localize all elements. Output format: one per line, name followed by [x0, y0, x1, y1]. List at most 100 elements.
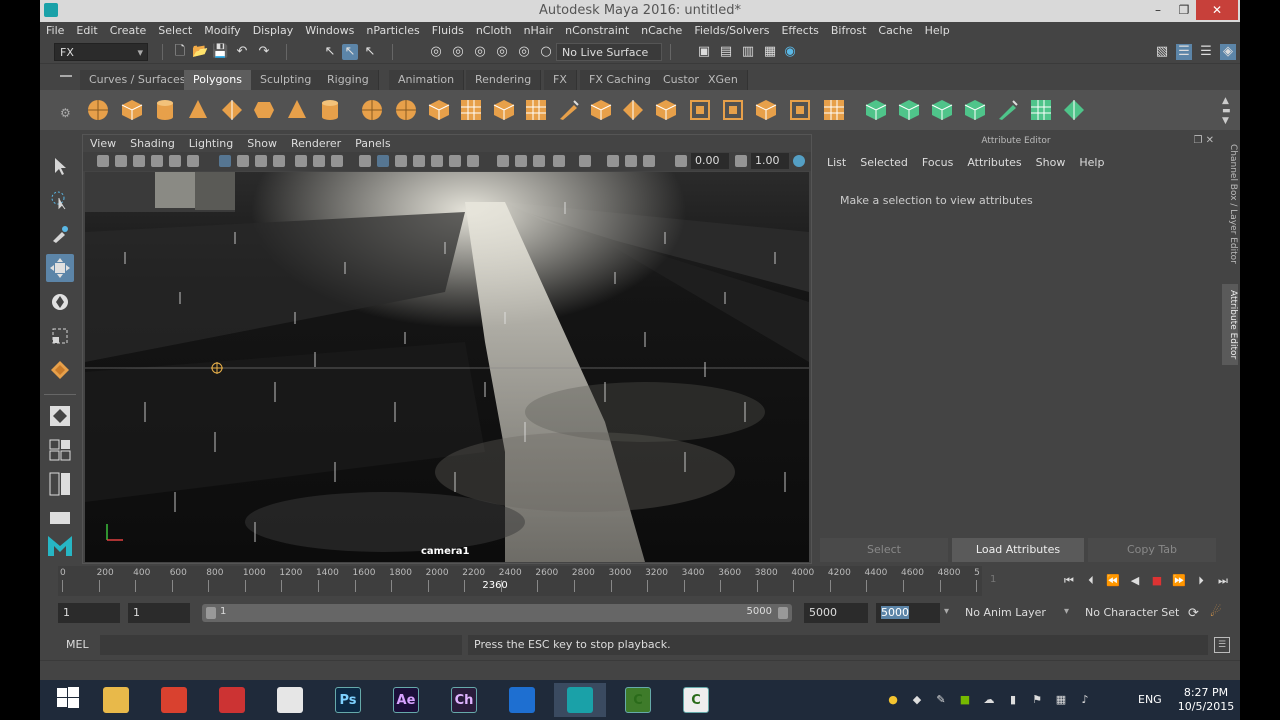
taskbar-maya-icon[interactable] — [554, 683, 606, 717]
undo-icon[interactable]: ↶ — [234, 44, 250, 60]
taskbar-camtasia-2-icon[interactable]: C — [670, 683, 722, 717]
gamma-icon[interactable] — [735, 155, 747, 167]
channel-box-toggle-icon[interactable]: ☰ — [1198, 44, 1214, 60]
panel-menu-view[interactable]: View — [83, 135, 123, 152]
isolate-select-icon[interactable] — [579, 155, 591, 167]
separate-icon[interactable] — [394, 98, 418, 122]
gamma-field[interactable]: 1.00 — [751, 153, 789, 169]
poly-cube-icon[interactable] — [120, 98, 144, 122]
menu-create[interactable]: Create — [104, 22, 153, 40]
menu-help[interactable]: Help — [919, 22, 956, 40]
lasso-tool-icon[interactable] — [46, 186, 74, 214]
offset-loop-icon[interactable] — [721, 98, 745, 122]
attr-menu-focus[interactable]: Focus — [915, 156, 960, 169]
load-attributes-button[interactable]: Load Attributes — [952, 538, 1084, 562]
tab-curves-surfaces[interactable]: Curves / Surfaces — [80, 70, 196, 90]
range-bar[interactable]: 1 5000 — [202, 604, 792, 622]
wireframe-icon[interactable] — [359, 155, 371, 167]
menu-modify[interactable]: Modify — [198, 22, 246, 40]
snap-point-icon[interactable]: ◎ — [472, 44, 488, 60]
tab-animation[interactable]: Animation — [389, 70, 465, 90]
insert-loop-icon[interactable] — [688, 98, 712, 122]
poly-plane-icon[interactable] — [220, 98, 244, 122]
uv-editor-icon[interactable] — [822, 98, 846, 122]
step-back-frame-icon[interactable]: ⏴ — [1084, 574, 1098, 588]
screen-space-ao-icon[interactable] — [497, 155, 509, 167]
render-frame-icon[interactable]: ▤ — [718, 44, 734, 60]
render-view-icon[interactable]: ▣ — [696, 44, 712, 60]
attribute-editor-toggle-icon[interactable]: ◈ — [1220, 44, 1236, 60]
resolution-gate-icon[interactable] — [255, 155, 267, 167]
poly-sphere-icon[interactable] — [86, 98, 110, 122]
time-slider[interactable]: 0 200 400 600 800 1000 1200 1400 1600 1800 2000 220… — [40, 566, 1240, 596]
select-tool-icon[interactable] — [46, 152, 74, 180]
minimize-button[interactable]: – — [1144, 0, 1172, 20]
auto-key-icon[interactable]: ☄ — [1210, 605, 1222, 620]
tab-rendering[interactable]: Rendering — [466, 70, 542, 90]
select-object-icon[interactable]: ↖ — [342, 44, 358, 60]
automatic-uv-icon[interactable] — [897, 98, 921, 122]
planar-uv-icon[interactable] — [864, 98, 888, 122]
unfold-uv-icon[interactable] — [996, 98, 1020, 122]
fill-hole-icon[interactable] — [788, 98, 812, 122]
attr-menu-show[interactable]: Show — [1029, 156, 1073, 169]
time-slider-field[interactable]: 1 — [990, 574, 1030, 585]
play-backwards-icon[interactable]: ◀ — [1128, 574, 1142, 588]
viewport-camera-view[interactable]: camera1 — [85, 172, 809, 562]
modeling-toolkit-icon[interactable]: ☰ — [1176, 44, 1192, 60]
multi-cut-icon[interactable] — [557, 98, 581, 122]
go-to-start-icon[interactable]: ⏮ — [1062, 574, 1076, 588]
taskbar-photoshop-icon[interactable]: Ps — [322, 683, 374, 717]
field-chart-icon[interactable] — [295, 155, 307, 167]
tab-attribute-editor[interactable]: Attribute Editor — [1222, 284, 1238, 366]
new-scene-icon[interactable]: 🗋 — [172, 44, 188, 60]
menu-fluids[interactable]: Fluids — [426, 22, 470, 40]
tab-xgen[interactable]: XGen — [699, 70, 748, 90]
scale-tool-icon[interactable] — [46, 322, 74, 350]
color-management-icon[interactable] — [793, 155, 805, 167]
range-end-handle[interactable] — [778, 607, 788, 619]
bevel-icon[interactable] — [589, 98, 613, 122]
end-time-field[interactable]: 5000 — [876, 603, 940, 623]
safe-action-icon[interactable] — [313, 155, 325, 167]
attr-menu-attributes[interactable]: Attributes — [960, 156, 1028, 169]
tab-fx[interactable]: FX — [544, 70, 577, 90]
symmetry-uv-icon[interactable] — [1062, 98, 1086, 122]
menu-display[interactable]: Display — [247, 22, 300, 40]
tab-rigging[interactable]: Rigging — [318, 70, 379, 90]
menu-nparticles[interactable]: nParticles — [360, 22, 425, 40]
battery-icon[interactable]: ▮ — [1006, 693, 1020, 707]
menu-bifrost[interactable]: Bifrost — [825, 22, 873, 40]
menu-cache[interactable]: Cache — [872, 22, 918, 40]
shadows-icon[interactable] — [467, 155, 479, 167]
tab-fx-caching[interactable]: FX Caching — [580, 70, 661, 90]
poly-pyramid-icon[interactable] — [285, 98, 309, 122]
select-hierarchy-icon[interactable]: ↖ — [322, 44, 338, 60]
taskbar-camtasia-1-icon[interactable]: C — [612, 683, 664, 717]
make-live-icon[interactable]: ○ — [538, 44, 554, 60]
tab-sculpting[interactable]: Sculpting — [251, 70, 322, 90]
anim-layer-dropdown[interactable]: No Anim Layer — [960, 603, 1056, 623]
image-plane-icon[interactable] — [151, 155, 163, 167]
close-button[interactable]: ✕ — [1196, 0, 1238, 20]
poly-pipe-icon[interactable] — [318, 98, 342, 122]
four-pane-layout-icon[interactable] — [46, 436, 74, 464]
shelf-menu-icon[interactable] — [60, 75, 72, 77]
taskbar-chrome-icon[interactable] — [148, 683, 200, 717]
nvidia-icon[interactable]: ■ — [958, 693, 972, 707]
2d-pan-zoom-icon[interactable] — [169, 155, 181, 167]
select-component-icon[interactable]: ↖ — [362, 44, 378, 60]
taskbar-app-red-icon[interactable] — [206, 683, 258, 717]
language-indicator[interactable]: ENG — [1138, 693, 1162, 706]
snap-grid-icon[interactable]: ◎ — [428, 44, 444, 60]
attr-menu-selected[interactable]: Selected — [853, 156, 915, 169]
render-settings-icon[interactable]: ▦ — [762, 44, 778, 60]
animation-prefs-icon[interactable]: ⟳ — [1188, 606, 1199, 621]
panel-menu-renderer[interactable]: Renderer — [284, 135, 348, 152]
combine-icon[interactable] — [360, 98, 384, 122]
xray-icon[interactable] — [607, 155, 619, 167]
panel-menu-shading[interactable]: Shading — [123, 135, 182, 152]
move-tool-icon[interactable] — [46, 254, 74, 282]
workspace-icon[interactable]: ▧ — [1154, 44, 1170, 60]
grid-icon[interactable] — [219, 155, 231, 167]
